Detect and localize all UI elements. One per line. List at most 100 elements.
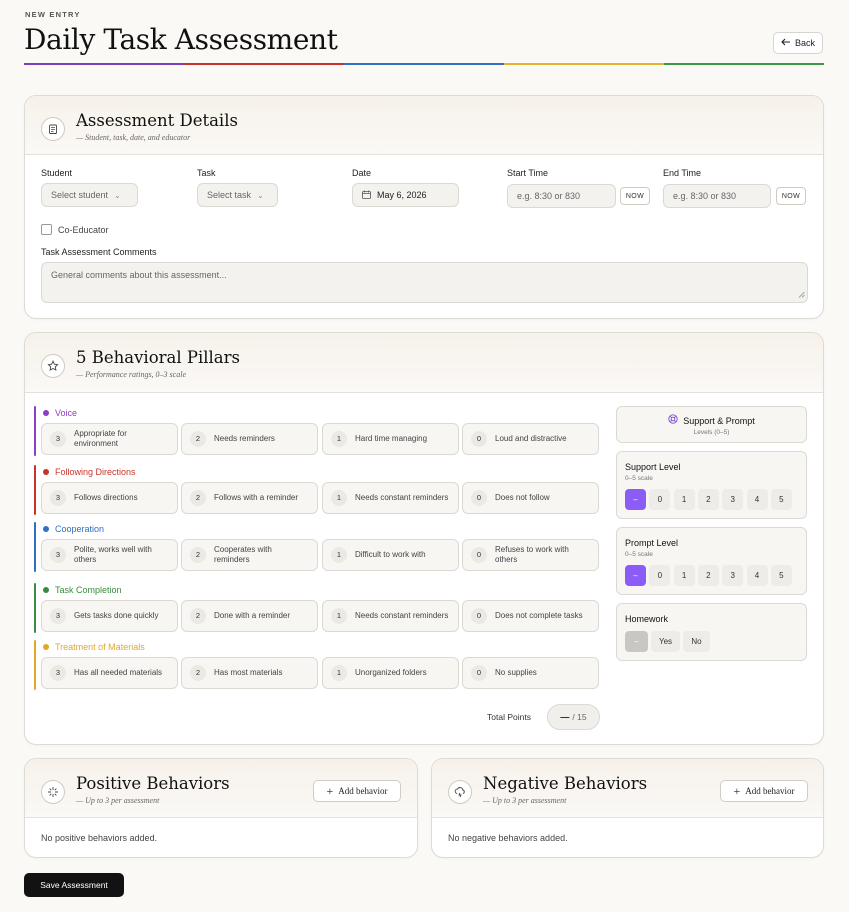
start-time-label: Start Time: [507, 168, 549, 178]
sparkles-icon: [41, 780, 65, 804]
card-header: Positive Behaviors — Up to 3 per assessm…: [25, 759, 417, 818]
task-select[interactable]: Select task ⌄: [197, 183, 278, 207]
rating-number: 1: [331, 431, 347, 447]
pillar-rating-option[interactable]: 3 Has all needed materials: [41, 657, 178, 689]
pillar-accent-bar: [34, 583, 36, 633]
rainbow-segment: [344, 63, 504, 65]
comments-textarea[interactable]: General comments about this assessment..…: [41, 262, 808, 303]
pillar-rating-option[interactable]: 2 Follows with a reminder: [181, 482, 318, 514]
prompt-level-option[interactable]: 3: [722, 565, 744, 586]
rating-number: 2: [190, 608, 206, 624]
card-header: Negative Behaviors — Up to 3 per assessm…: [432, 759, 823, 818]
support-level-scale: 0–5 scale: [625, 475, 653, 482]
start-now-button[interactable]: NOW: [620, 187, 650, 205]
pillar-rating-option[interactable]: 3 Gets tasks done quickly: [41, 600, 178, 632]
rating-number: 0: [471, 490, 487, 506]
end-time-label: End Time: [663, 168, 702, 178]
add-negative-behavior-button[interactable]: + Add behavior: [720, 780, 808, 802]
plus-icon: +: [733, 784, 741, 798]
back-button[interactable]: Back: [773, 32, 823, 54]
pillar-dot-icon: [43, 410, 49, 416]
student-select-value: Select student: [51, 190, 109, 200]
save-assessment-button[interactable]: Save Assessment: [24, 873, 124, 897]
pillar-rating-option[interactable]: 3 Polite, works well with others: [41, 539, 178, 571]
pillar-rating-option[interactable]: 1 Needs constant reminders: [322, 600, 459, 632]
rating-number: 2: [190, 490, 206, 506]
rainbow-segment: [24, 63, 184, 65]
pillar-rating-option[interactable]: 0 Does not follow: [462, 482, 599, 514]
total-points-max: / 15: [572, 712, 587, 722]
rating-number: 1: [331, 608, 347, 624]
support-level-option[interactable]: 3: [722, 489, 744, 510]
pillar-rating-option[interactable]: 2 Has most materials: [181, 657, 318, 689]
rating-number: 1: [331, 547, 347, 563]
prompt-level-label: Prompt Level: [625, 538, 679, 548]
pillar-dot-icon: [43, 587, 49, 593]
student-label: Student: [41, 168, 73, 178]
rating-text: Needs reminders: [214, 433, 275, 443]
rating-number: 3: [50, 547, 66, 563]
header-rainbow-divider: [24, 63, 824, 65]
prompt-level-option[interactable]: 0: [649, 565, 671, 586]
support-level-option[interactable]: 4: [746, 489, 768, 510]
add-positive-behavior-button[interactable]: + Add behavior: [313, 780, 401, 802]
pillar-label: Voice: [55, 408, 78, 418]
prompt-level-option[interactable]: 2: [697, 565, 719, 586]
behavioral-pillars-card: 5 Behavioral Pillars — Performance ratin…: [24, 332, 824, 745]
rating-number: 3: [50, 490, 66, 506]
support-level-option[interactable]: –: [625, 489, 646, 510]
pillar-rating-option[interactable]: 2 Done with a reminder: [181, 600, 318, 632]
pillar-rating-option[interactable]: 1 Unorganized folders: [322, 657, 459, 689]
pillar-rating-option[interactable]: 0 Refuses to work with others: [462, 539, 599, 571]
assessment-details-card: Assessment Details — Student, task, date…: [24, 95, 824, 319]
pillar-label: Task Completion: [55, 585, 122, 595]
pillar-rating-option[interactable]: 0 Does not complete tasks: [462, 600, 599, 632]
end-now-button[interactable]: NOW: [776, 187, 806, 205]
student-select[interactable]: Select student ⌄: [41, 183, 138, 207]
rainbow-segment: [504, 63, 664, 65]
end-time-input[interactable]: e.g. 8:30 or 830: [663, 184, 771, 208]
rating-text: Needs constant reminders: [355, 492, 449, 502]
support-level-option[interactable]: 0: [649, 489, 671, 510]
pillar-rating-option[interactable]: 1 Needs constant reminders: [322, 482, 459, 514]
pillar-rating-option[interactable]: 3 Follows directions: [41, 482, 178, 514]
prompt-level-option[interactable]: 4: [746, 565, 768, 586]
pillar-rating-option[interactable]: 2 Needs reminders: [181, 423, 318, 455]
card-header: Assessment Details — Student, task, date…: [25, 96, 823, 155]
pillar-rating-option[interactable]: 3 Appropriate for environment: [41, 423, 178, 455]
negative-empty-message: No negative behaviors added.: [448, 833, 568, 843]
co-educator-checkbox[interactable]: [41, 224, 52, 235]
comments-placeholder: General comments about this assessment..…: [51, 270, 227, 280]
rating-text: Follows with a reminder: [214, 492, 299, 502]
pillar-accent-bar: [34, 522, 36, 572]
support-level-option[interactable]: 2: [697, 489, 719, 510]
pillar-rating-option[interactable]: 1 Hard time managing: [322, 423, 459, 455]
prompt-level-option[interactable]: –: [625, 565, 646, 586]
rating-text: Has all needed materials: [74, 667, 163, 677]
prompt-level-option[interactable]: 5: [770, 565, 792, 586]
prompt-level-option[interactable]: 1: [673, 565, 695, 586]
clipboard-icon: [41, 117, 65, 141]
rating-number: 0: [471, 665, 487, 681]
support-prompt-header: Support & Prompt Levels (0–5): [616, 406, 807, 443]
rating-number: 2: [190, 665, 206, 681]
homework-option[interactable]: Yes: [651, 631, 680, 652]
homework-option[interactable]: –: [625, 631, 648, 652]
rating-text: Unorganized folders: [355, 667, 427, 677]
task-label: Task: [197, 168, 216, 178]
support-level-option[interactable]: 1: [673, 489, 695, 510]
homework-option[interactable]: No: [683, 631, 710, 652]
pillar-rating-option[interactable]: 2 Cooperates with reminders: [181, 539, 318, 571]
pillar-rating-option[interactable]: 1 Difficult to work with: [322, 539, 459, 571]
start-time-input[interactable]: e.g. 8:30 or 830: [507, 184, 616, 208]
card-subtitle: — Up to 3 per assessment: [76, 796, 160, 805]
date-input[interactable]: May 6, 2026: [352, 183, 459, 207]
rating-text: Gets tasks done quickly: [74, 610, 159, 620]
rating-text: Cooperates with reminders: [214, 544, 272, 564]
pillar-rating-option[interactable]: 0 Loud and distractive: [462, 423, 599, 455]
pillar-rating-option[interactable]: 0 No supplies: [462, 657, 599, 689]
rating-text: Needs constant reminders: [355, 610, 449, 620]
rainbow-segment: [664, 63, 824, 65]
resize-handle-icon[interactable]: [798, 290, 805, 300]
support-level-option[interactable]: 5: [770, 489, 792, 510]
